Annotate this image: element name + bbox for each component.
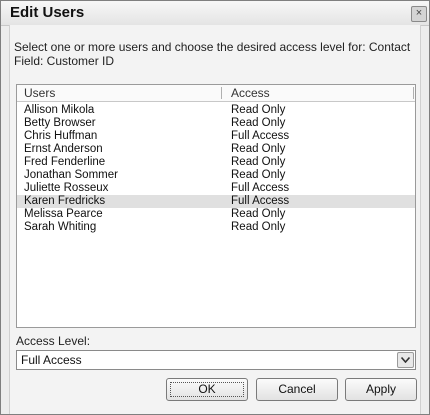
user-name-cell: Sarah Whiting	[24, 221, 97, 233]
column-divider[interactable]	[221, 87, 222, 99]
access-cell: Read Only	[231, 169, 286, 181]
table-row[interactable]: Sarah Whiting Read Only	[17, 221, 415, 234]
user-name-cell: Karen Fredricks	[24, 195, 106, 207]
user-name-cell: Melissa Pearce	[24, 208, 103, 220]
focus-ring	[170, 382, 244, 397]
access-level-label: Access Level:	[16, 334, 91, 348]
column-divider[interactable]	[413, 87, 414, 99]
users-list[interactable]: Users Access Allison Mikola Read Only Bett…	[16, 84, 416, 328]
list-header: Users Access	[17, 85, 415, 102]
user-name-cell: Jonathan Sommer	[24, 169, 118, 181]
table-row[interactable]: Fred Fenderline Read Only	[17, 156, 415, 169]
access-cell: Read Only	[231, 156, 286, 168]
table-row[interactable]: Karen Fredricks Full Access	[17, 195, 415, 208]
user-name-cell: Chris Huffman	[24, 130, 98, 142]
access-cell: Read Only	[231, 117, 286, 129]
table-row[interactable]: Allison Mikola Read Only	[17, 104, 415, 117]
user-name-cell: Allison Mikola	[24, 104, 95, 116]
access-level-value: Full Access	[21, 353, 82, 367]
cancel-button[interactable]: Cancel	[256, 378, 338, 401]
access-cell: Read Only	[231, 104, 286, 116]
access-cell: Read Only	[231, 208, 286, 220]
user-name-cell: Juliette Rosseux	[24, 182, 109, 194]
table-row[interactable]: Chris Huffman Full Access	[17, 130, 415, 143]
ok-button[interactable]: OK	[166, 378, 248, 401]
table-row[interactable]: Juliette Rosseux Full Access	[17, 182, 415, 195]
access-cell: Full Access	[231, 182, 290, 194]
user-name-cell: Ernst Anderson	[24, 143, 103, 155]
table-row[interactable]: Melissa Pearce Read Only	[17, 208, 415, 221]
access-cell: Full Access	[231, 195, 290, 207]
access-cell: Read Only	[231, 221, 286, 233]
user-name-cell: Betty Browser	[24, 117, 96, 129]
user-name-cell: Fred Fenderline	[24, 156, 106, 168]
access-cell: Full Access	[231, 130, 290, 142]
apply-button[interactable]: Apply	[345, 378, 417, 401]
chevron-down-icon[interactable]	[397, 352, 414, 368]
column-header-users[interactable]: Users	[24, 86, 55, 100]
table-row[interactable]: Jonathan Sommer Read Only	[17, 169, 415, 182]
access-cell: Read Only	[231, 143, 286, 155]
title-bar[interactable]: Edit Users ×	[1, 1, 429, 26]
access-level-select[interactable]: Full Access	[16, 350, 416, 370]
close-icon[interactable]: ×	[411, 6, 427, 22]
dialog-title: Edit Users	[10, 4, 85, 21]
table-row[interactable]: Betty Browser Read Only	[17, 117, 415, 130]
list-rows: Allison Mikola Read Only Betty Browser Read…	[17, 104, 415, 234]
instructions-text: Select one or more users and choose the …	[14, 40, 411, 68]
column-header-access[interactable]: Access	[231, 86, 270, 100]
table-row[interactable]: Ernst Anderson Read Only	[17, 143, 415, 156]
